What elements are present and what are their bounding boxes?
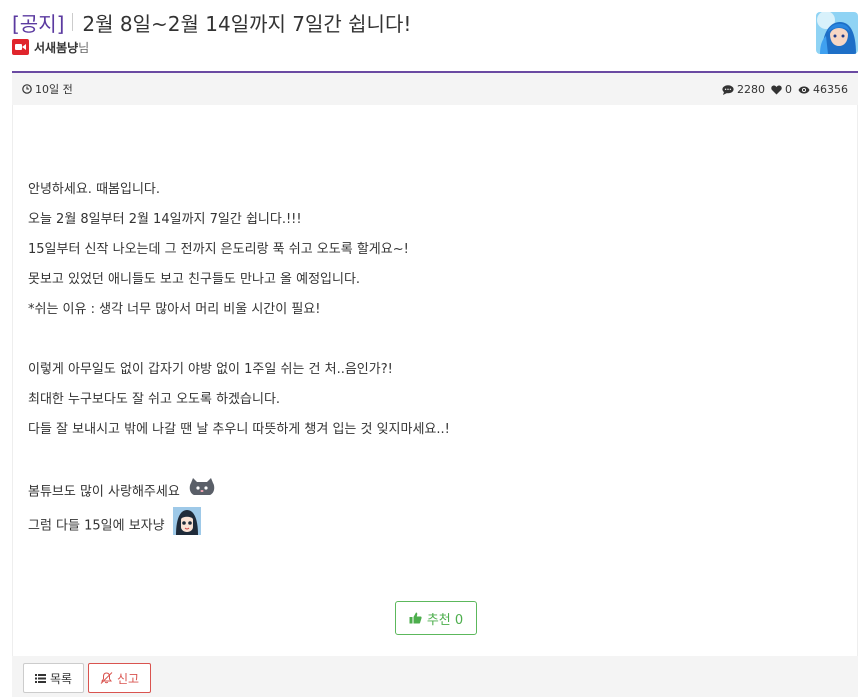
comment-count: 2280: [737, 82, 765, 96]
like-stat: 0: [771, 83, 792, 96]
body-line: 못보고 있었던 애니들도 보고 친구들도 만나고 올 예정입니다.: [28, 272, 361, 287]
cat-emoticon-icon: [188, 477, 216, 507]
body-line: 그럼 다들 15일에 보자냥: [28, 518, 165, 534]
like-count: 0: [785, 82, 792, 96]
video-camera-icon: [12, 39, 29, 55]
list-label: 목록: [49, 671, 73, 686]
body-line-with-emoji: 그럼 다들 15일에 보자냥: [28, 507, 450, 537]
body-line: 다들 잘 보내시고 밖에 나갈 땐 날 추우니 따뜻하게 챙겨 입는 것 잊지마…: [28, 422, 450, 437]
post-meta-bar: 10일 전 2280 0 46356: [12, 73, 858, 105]
view-count: 46356: [813, 82, 848, 96]
heart-icon: [771, 85, 782, 94]
post-body: 안녕하세요. 때봄입니다. 오늘 2월 8일부터 2월 14일까지 7일간 쉽니…: [28, 177, 450, 537]
time-ago: 10일 전: [35, 83, 73, 96]
report-button[interactable]: 신고: [88, 663, 151, 693]
post-footer: 목록 신고: [12, 656, 858, 697]
comment-icon: [722, 84, 734, 95]
list-icon: [34, 673, 46, 683]
post-title: 2월 8일~2월 14일까지 7일간 쉽니다!: [82, 11, 412, 36]
post-time: 10일 전: [22, 81, 73, 97]
bell-slash-icon: [100, 672, 113, 684]
body-line: 안녕하세요. 때봄입니다.: [28, 182, 160, 197]
body-line: *쉬는 이유 : 생각 너무 많아서 머리 비울 시간이 필요!: [28, 302, 321, 317]
body-line: 이렇게 아무일도 없이 갑자기 야방 없이 1주일 쉬는 건 처..음인가?!: [28, 362, 393, 377]
body-line: 오늘 2월 8일부터 2월 14일까지 7일간 쉽니다.!!!: [28, 212, 302, 227]
recommend-label: 추천 0: [426, 612, 464, 628]
character-emoticon-icon: [172, 507, 201, 545]
thumbs-up-icon: [409, 612, 422, 624]
body-line: 최대한 누구보다도 잘 쉬고 오도록 하겠습니다.: [28, 392, 281, 407]
avatar[interactable]: [816, 12, 858, 54]
report-label: 신고: [116, 671, 140, 686]
list-button[interactable]: 목록: [23, 663, 84, 693]
notice-tag: [공지]: [12, 11, 65, 36]
body-line: 봄튜브도 많이 사랑해주세요: [28, 484, 180, 500]
post-content: 안녕하세요. 때봄입니다. 오늘 2월 8일부터 2월 14일까지 7일간 쉽니…: [12, 105, 858, 656]
clock-icon: [22, 84, 32, 94]
body-line: 15일부터 신작 나오는데 그 전까지 은도리랑 푹 쉬고 오도록 할게요~!: [28, 242, 409, 257]
post-stats: 2280 0 46356: [722, 83, 848, 96]
view-stat: 46356: [798, 83, 848, 96]
author-row: 서새봄냥 님: [12, 38, 858, 56]
author-name[interactable]: 서새봄냥: [34, 39, 78, 56]
eye-icon: [798, 86, 810, 93]
title-separator: [72, 13, 74, 31]
body-line-with-emoji: 봄튜브도 많이 사랑해주세요: [28, 477, 450, 507]
author-suffix: 님: [78, 40, 90, 55]
post-header: [공지] 2월 8일~2월 14일까지 7일간 쉽니다! 서새봄냥 님: [12, 8, 858, 72]
title-row: [공지] 2월 8일~2월 14일까지 7일간 쉽니다!: [12, 8, 858, 36]
comment-stat: 2280: [722, 83, 765, 96]
recommend-button[interactable]: 추천 0: [395, 601, 477, 635]
